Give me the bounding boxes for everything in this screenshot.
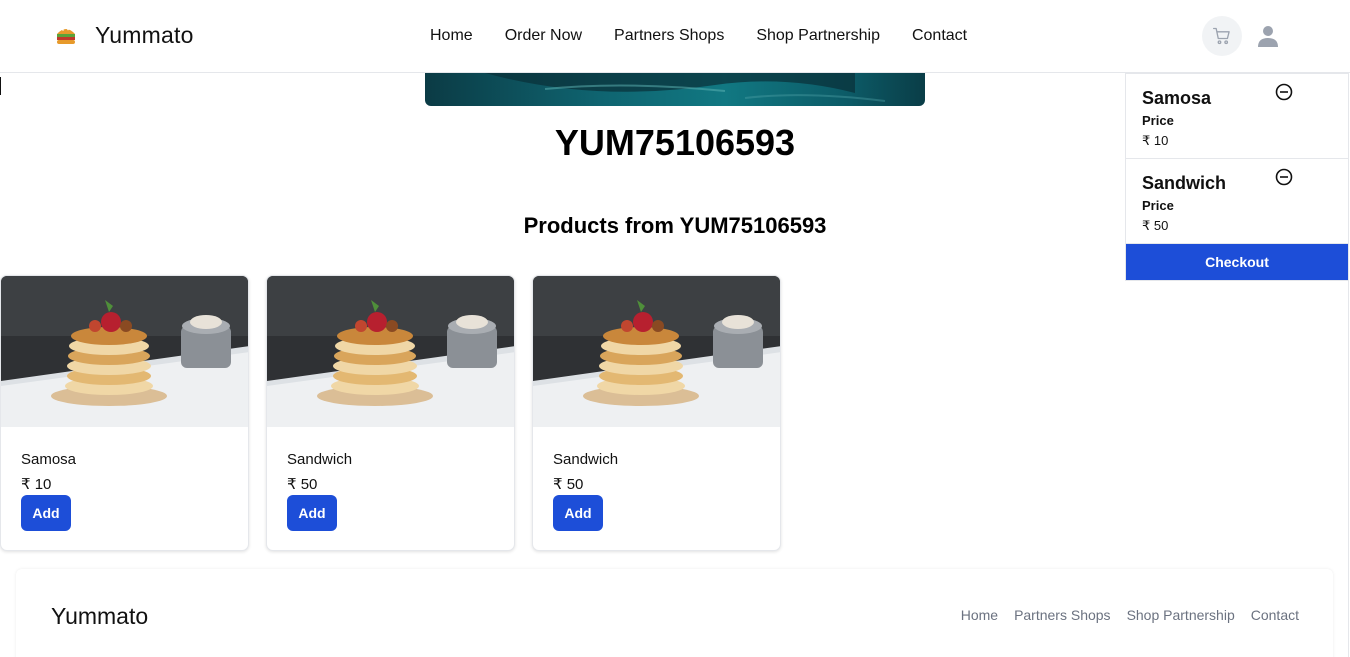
- cart-button[interactable]: [1202, 16, 1242, 56]
- main-nav: Home Order Now Partners Shops Shop Partn…: [430, 27, 967, 45]
- footer-nav: Home Partners Shops Shop Partnership Con…: [961, 607, 1299, 623]
- product-price: ₹ 50: [287, 476, 318, 493]
- footer-brand[interactable]: Yummato: [51, 603, 148, 630]
- product-price: ₹ 10: [21, 476, 52, 493]
- user-icon[interactable]: [1256, 24, 1280, 48]
- text-cursor: [0, 77, 1, 95]
- product-card: Sandwich ₹ 50 Add: [266, 275, 515, 551]
- cart-item: Samosa Price ₹ 10: [1126, 74, 1348, 159]
- logo[interactable]: Yummato: [55, 22, 194, 49]
- footer-link-partners-shops[interactable]: Partners Shops: [1014, 607, 1111, 623]
- cart-item-price-label: Price: [1142, 113, 1174, 128]
- burger-icon: [57, 28, 75, 44]
- site-footer: Yummato Home Partners Shops Shop Partner…: [16, 569, 1333, 657]
- cart-dropdown: Samosa Price ₹ 10 Sandwich Price ₹ 50 Ch…: [1125, 73, 1349, 281]
- page-edge-divider: [1348, 73, 1349, 657]
- banner-art: [485, 73, 886, 102]
- cart-item-price-label: Price: [1142, 198, 1174, 213]
- cart-item-name: Sandwich: [1142, 173, 1227, 193]
- product-price: ₹ 50: [553, 476, 584, 493]
- product-image: [1, 276, 248, 427]
- shop-banner-image: [425, 73, 925, 106]
- product-name: Sandwich: [553, 451, 619, 468]
- add-to-cart-button[interactable]: Add: [553, 495, 603, 531]
- footer-link-contact[interactable]: Contact: [1251, 607, 1299, 623]
- nav-partners-shops[interactable]: Partners Shops: [614, 27, 724, 45]
- cart-item: Sandwich Price ₹ 50: [1126, 159, 1348, 244]
- cart-item-name: Samosa: [1142, 88, 1212, 108]
- checkout-button[interactable]: Checkout: [1126, 244, 1348, 280]
- site-header: Yummato Home Order Now Partners Shops Sh…: [0, 0, 1350, 73]
- nav-home[interactable]: Home: [430, 27, 473, 45]
- minus-circle-icon[interactable]: [1275, 83, 1293, 101]
- add-to-cart-button[interactable]: Add: [21, 495, 71, 531]
- cart-item-price: ₹ 50: [1142, 218, 1169, 233]
- product-card: Sandwich ₹ 50 Add: [532, 275, 781, 551]
- brand-name: Yummato: [95, 22, 194, 48]
- minus-circle-icon[interactable]: [1275, 168, 1293, 186]
- product-name: Sandwich: [287, 451, 353, 468]
- nav-contact[interactable]: Contact: [912, 27, 967, 45]
- product-image: [267, 276, 514, 427]
- cart-item-price: ₹ 10: [1142, 133, 1169, 148]
- footer-link-home[interactable]: Home: [961, 607, 998, 623]
- product-card: Samosa ₹ 10 Add: [0, 275, 249, 551]
- add-to-cart-button[interactable]: Add: [287, 495, 337, 531]
- nav-order-now[interactable]: Order Now: [505, 27, 582, 45]
- nav-shop-partnership[interactable]: Shop Partnership: [756, 27, 880, 45]
- product-name: Samosa: [21, 451, 77, 468]
- footer-link-shop-partnership[interactable]: Shop Partnership: [1127, 607, 1235, 623]
- product-image: [533, 276, 780, 427]
- cart-icon: [1213, 27, 1230, 45]
